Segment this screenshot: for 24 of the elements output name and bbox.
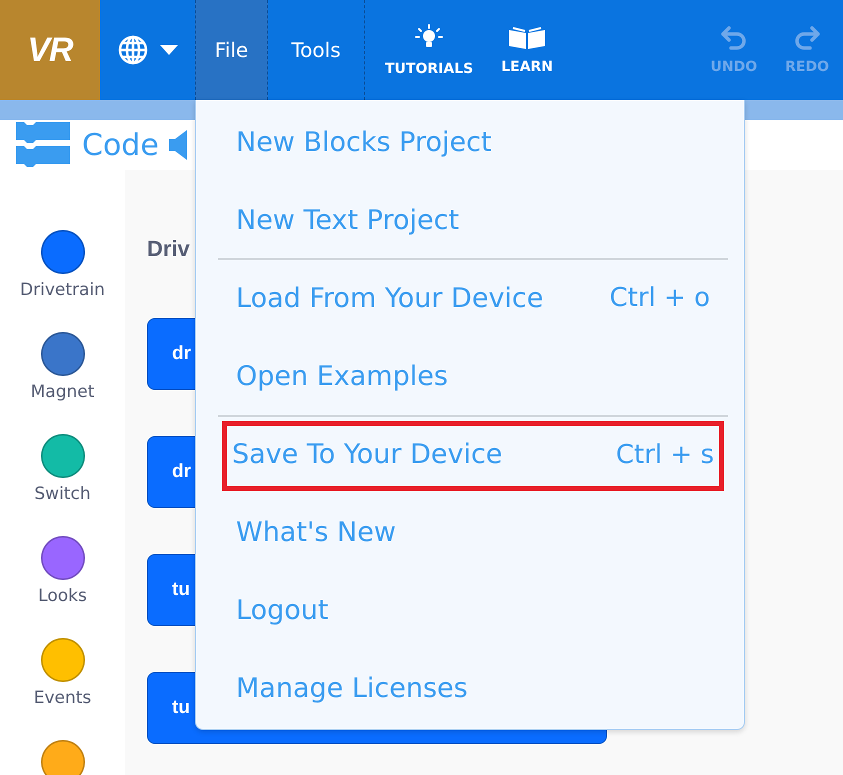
category-item[interactable]: Drivetrain — [20, 230, 105, 320]
learn-button[interactable]: LEARN — [487, 0, 568, 100]
menu-item[interactable]: New Text Project — [218, 182, 728, 260]
menu-item[interactable]: Save To Your Device Ctrl + s — [218, 416, 728, 495]
menu-item[interactable]: Logout — [218, 572, 728, 651]
section-title: Driv — [147, 236, 190, 262]
panel-title: Code — [82, 128, 159, 162]
menu-item[interactable]: New Blocks Project — [218, 104, 728, 182]
category-item[interactable]: Magnet — [30, 332, 94, 422]
menu-item[interactable]: Manage Licenses — [218, 650, 728, 729]
menu-item[interactable]: Load From Your Device Ctrl + o — [218, 260, 728, 338]
tutorials-button[interactable]: TUTORIALS — [371, 0, 488, 100]
category-item[interactable]: Switch — [34, 434, 91, 524]
caret-icon — [158, 44, 178, 56]
globe-icon — [116, 34, 148, 66]
menu-item[interactable]: Open Examples — [218, 338, 728, 416]
vr-logo[interactable]: VR — [0, 0, 100, 100]
category-item[interactable]: Events — [34, 638, 92, 728]
speaker-icon[interactable] — [168, 128, 189, 162]
open-book-icon — [507, 25, 548, 51]
menu-tab[interactable]: File — [195, 0, 268, 100]
category-item[interactable]: Looks — [38, 536, 87, 626]
code-blocks-icon — [14, 120, 72, 170]
menu-item[interactable]: What's New — [218, 494, 728, 573]
